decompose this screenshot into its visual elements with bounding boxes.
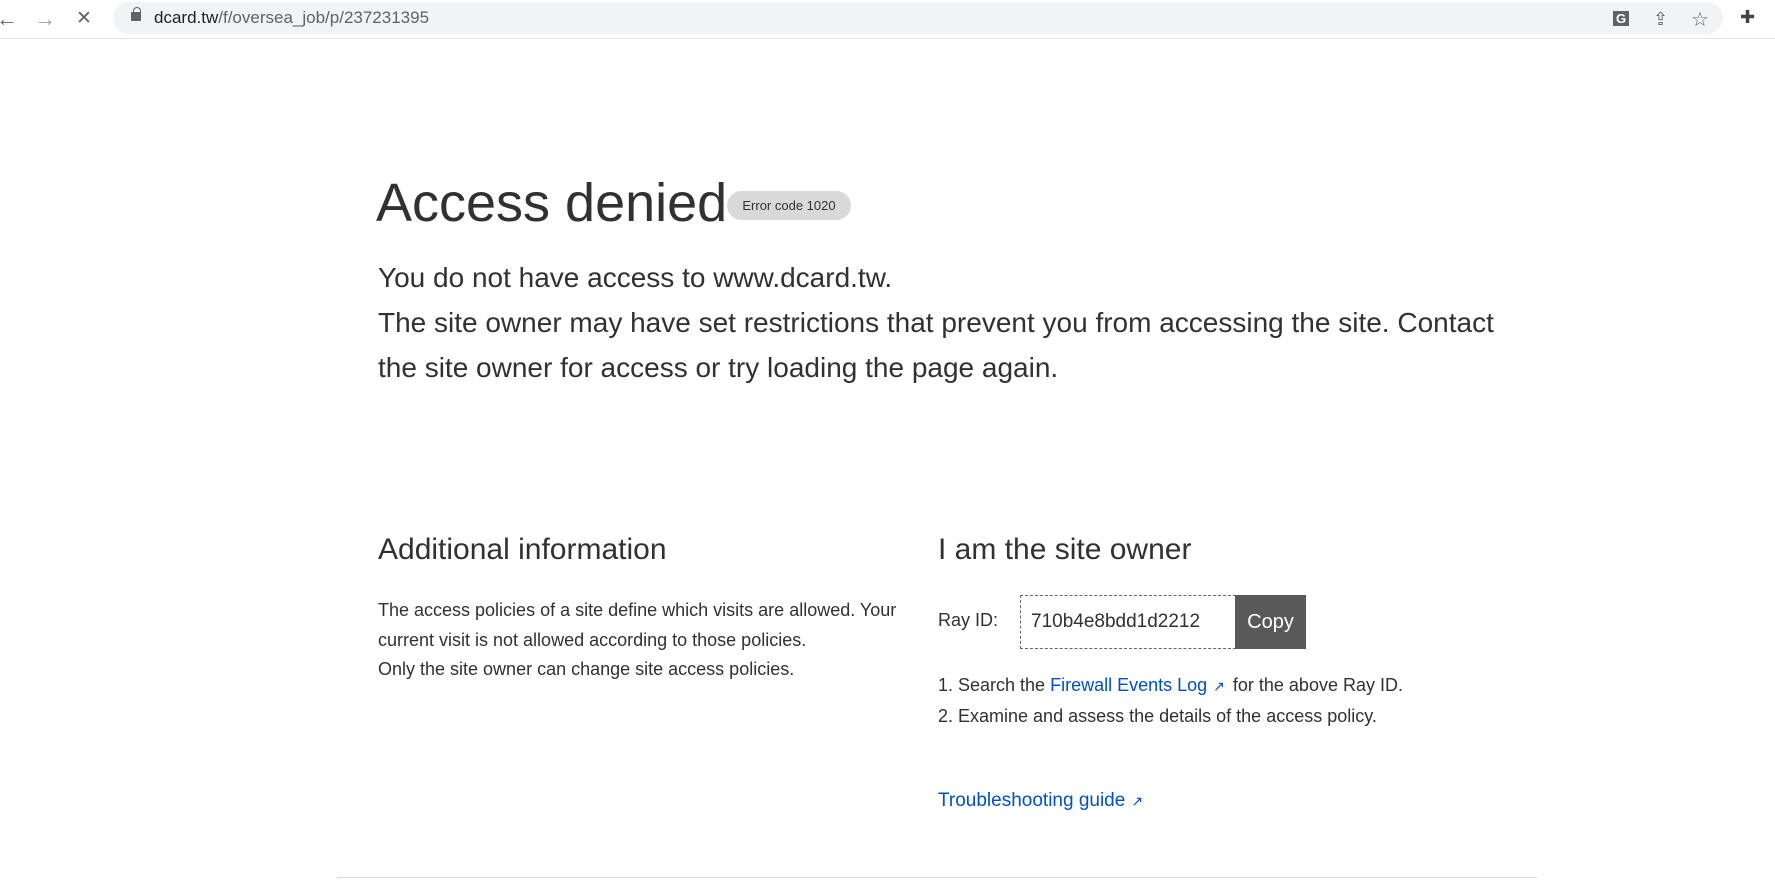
additional-info-text: The access policies of a site define whi… [378, 596, 898, 685]
troubleshooting: Troubleshooting guide ↗ [938, 790, 1151, 812]
external-link-icon: ↗ [1131, 793, 1144, 809]
browser-toolbar: ← → ✕ dcard.tw/f/oversea_job/p/237231395… [0, 0, 1775, 39]
step-1-suffix: for the above Ray ID. [1232, 675, 1403, 695]
url-path: /f/oversea_job/p/237231395 [218, 8, 430, 27]
translate-icon[interactable]: G [1613, 11, 1630, 26]
forward-icon[interactable]: → [34, 6, 56, 32]
site-owner-heading: I am the site owner [938, 533, 1192, 566]
subtitle-line-2: The site owner may have set restrictions… [378, 307, 1494, 383]
lock-icon[interactable] [131, 7, 141, 21]
firewall-events-log-link[interactable]: Firewall Events Log [1050, 675, 1207, 695]
bookmark-star-icon[interactable]: ☆ [1691, 7, 1709, 32]
error-code-badge: Error code 1020 [727, 191, 851, 220]
stop-loading-icon[interactable]: ✕ [76, 6, 92, 32]
owner-only-paragraph: Only the site owner can change site acce… [378, 659, 795, 679]
back-icon[interactable]: ← [0, 6, 18, 32]
footer-divider [337, 877, 1537, 878]
subtitle: You do not have access to www.dcard.tw. … [378, 255, 1498, 390]
address-bar[interactable]: dcard.tw/f/oversea_job/p/237231395 G ⇪ ☆ [113, 2, 1723, 34]
step-1-prefix: 1. Search the [938, 675, 1051, 695]
step-1: 1. Search the Firewall Events Log ↗ for th… [938, 670, 1498, 701]
url-host: dcard.tw [154, 8, 219, 27]
policy-paragraph: The access policies of a site define whi… [378, 600, 897, 650]
owner-steps: 1. Search the Firewall Events Log ↗ for th… [938, 670, 1498, 731]
url-text[interactable]: dcard.tw/f/oversea_job/p/237231395 [154, 8, 429, 28]
troubleshooting-guide-link[interactable]: Troubleshooting guide [938, 790, 1125, 811]
additional-info-heading: Additional information [378, 533, 667, 566]
copy-button[interactable]: Copy [1235, 595, 1306, 649]
ray-id-field[interactable]: 710b4e8bdd1d2212 [1020, 595, 1236, 649]
page-title: Access denied [376, 173, 728, 233]
ray-id-label: Ray ID: [938, 610, 999, 630]
subtitle-line-1: You do not have access to www.dcard.tw. [378, 262, 893, 293]
share-icon[interactable]: ⇪ [1653, 9, 1668, 30]
step-2: 2. Examine and assess the details of the… [938, 706, 1377, 726]
external-link-icon: ↗ [1213, 678, 1225, 694]
extensions-icon[interactable]: ✚ [1740, 7, 1755, 28]
